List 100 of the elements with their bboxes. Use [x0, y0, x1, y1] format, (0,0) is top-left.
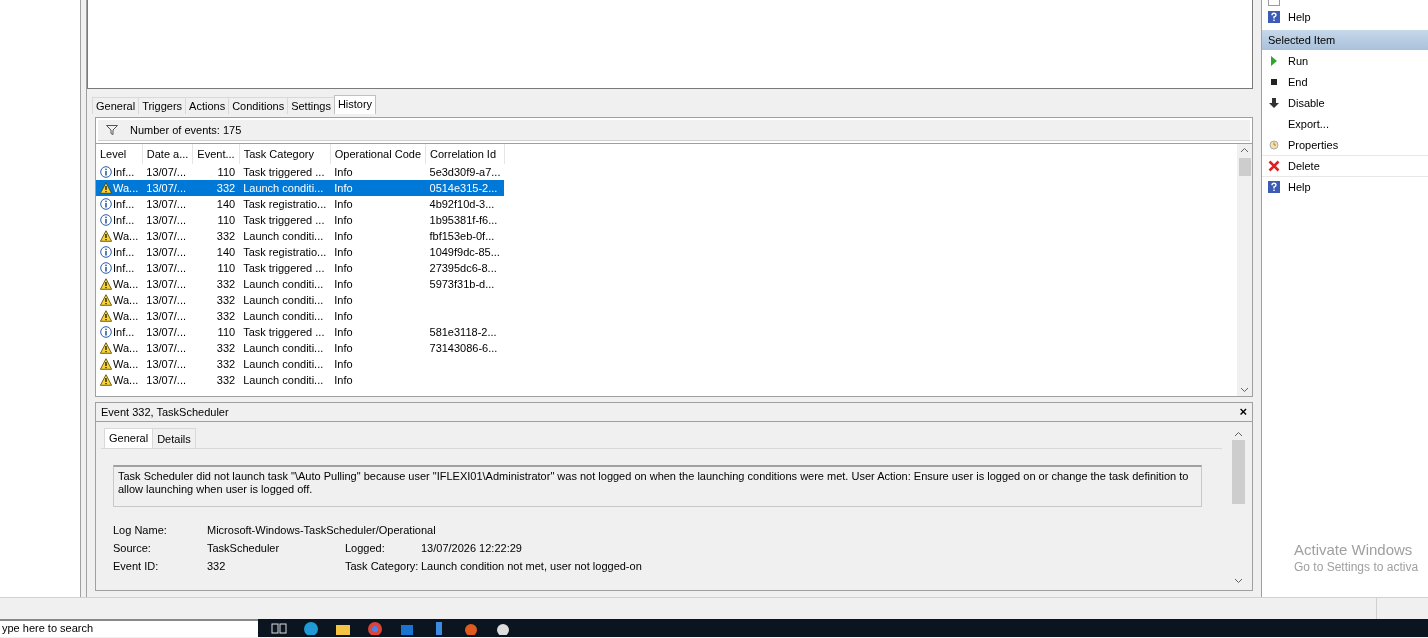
table-cell-text: Info	[333, 229, 354, 244]
tab[interactable]: Settings	[287, 97, 335, 114]
table-cell-text: 13/07/...	[145, 213, 188, 228]
table-cell-text: 332	[215, 229, 237, 244]
table-cell: Wa...	[96, 372, 143, 388]
field-label: Task Category:	[345, 560, 420, 572]
table-cell-text: 1049f9dc-85...	[428, 245, 501, 260]
table-cell-text: 332	[215, 309, 237, 324]
table-cell: Info	[330, 164, 426, 180]
table-cell-text: 140	[215, 245, 237, 260]
table-cell-text: 332	[215, 373, 237, 388]
table-cell-text: 13/07/...	[145, 245, 188, 260]
action-item[interactable]: Help	[1262, 176, 1428, 197]
table-cell: 0514e315-2...	[425, 180, 505, 196]
warning-icon	[100, 310, 112, 322]
table-cell-text: 73143086-6...	[428, 341, 499, 356]
table-cell-text: Launch conditi...	[242, 229, 325, 244]
search-field[interactable]: ype here to search	[0, 619, 258, 637]
table-cell: Wa...	[96, 276, 143, 292]
table-cell: Inf...	[96, 260, 143, 276]
action-item[interactable]: Properties	[1262, 134, 1428, 155]
action-item[interactable]: End	[1262, 71, 1428, 92]
activation-subtitle: Go to Settings to activa	[1294, 560, 1419, 574]
table-cell-text: 332	[215, 277, 237, 292]
table-cell-text: Info	[333, 357, 354, 372]
tab[interactable]: Details	[152, 428, 196, 448]
table-cell: 5e3d30f9-a7...	[425, 164, 505, 180]
table-cell-text: Task registratio...	[242, 245, 328, 260]
info-icon	[100, 198, 112, 210]
column-header[interactable]: Event...	[192, 144, 240, 164]
field-label: Event ID:	[113, 560, 160, 572]
tab[interactable]: General	[104, 428, 154, 448]
panel-title: Event 332, TaskScheduler	[101, 406, 229, 418]
delete-icon	[1268, 160, 1280, 172]
table-cell: Wa...	[96, 340, 143, 356]
field-value: 332	[207, 560, 227, 572]
warning-icon	[100, 374, 112, 386]
table-cell-text: Task triggered ...	[242, 261, 326, 276]
field-value: Launch condition not met, user not logged-on	[421, 560, 642, 572]
action-item[interactable]: Disable	[1262, 92, 1428, 113]
table-cell-text: 110	[216, 213, 237, 228]
table-cell-text: 13/07/...	[145, 277, 188, 292]
table-cell-text: Info	[333, 309, 354, 324]
table-cell-text: 13/07/...	[145, 309, 188, 324]
table-cell: Wa...	[96, 180, 143, 196]
down-arrow-icon	[1268, 96, 1280, 109]
column-header[interactable]: Operational Code	[330, 144, 426, 164]
table-cell-text: Info	[333, 213, 354, 228]
scroll-thumb[interactable]	[1232, 440, 1245, 504]
table-cell: Wa...	[96, 292, 143, 308]
browser-icon[interactable]	[366, 621, 384, 635]
table-cell-text: 110	[216, 261, 237, 276]
task-view-icon[interactable]	[270, 621, 288, 635]
table-cell-text: 13/07/...	[145, 357, 188, 372]
table-cell-text: 13/07/...	[145, 293, 188, 308]
event-count: Number of events: 175	[130, 124, 242, 136]
section-header: Selected Item	[1262, 30, 1428, 50]
help-icon	[1268, 10, 1280, 23]
table-cell-text: Launch conditi...	[242, 309, 325, 324]
filter-icon[interactable]	[106, 125, 118, 135]
column-header[interactable]: Level	[96, 144, 143, 164]
scrollbar[interactable]	[1237, 144, 1252, 396]
table-cell-text: fbf153eb-0f...	[428, 229, 496, 244]
tab[interactable]: General	[92, 97, 140, 114]
table-cell: 140	[192, 196, 240, 212]
table-cell-text: Info	[333, 373, 354, 388]
field-label: Source:	[113, 542, 152, 554]
table-cell-text: Launch conditi...	[242, 341, 325, 356]
action-item[interactable]: Export...	[1262, 113, 1428, 134]
action-item[interactable]: Delete	[1262, 155, 1428, 176]
table-cell-text: Task triggered ...	[242, 213, 326, 228]
table-cell-text: Launch conditi...	[242, 277, 325, 292]
warning-icon	[100, 358, 112, 370]
scroll-thumb[interactable]	[1238, 158, 1251, 176]
browser-icon[interactable]	[302, 621, 320, 635]
table-cell-text: 110	[216, 325, 237, 340]
activation-title: Activate Windows	[1294, 541, 1414, 558]
table-cell: 110	[192, 164, 240, 180]
table-cell: Inf...	[96, 212, 143, 228]
close-button[interactable]: ×	[1239, 406, 1247, 418]
table-cell: Wa...	[96, 356, 143, 372]
table-cell-text: Info	[333, 341, 354, 356]
field-value: Microsoft-Windows-TaskScheduler/Operational	[207, 524, 436, 536]
table-cell: Launch conditi...	[239, 180, 331, 196]
table-cell-text: 13/07/...	[145, 229, 188, 244]
column-header[interactable]: Date a...	[142, 144, 193, 164]
action-item[interactable]: Run	[1262, 50, 1428, 71]
table-cell-text: 1b95381f-f6...	[428, 213, 499, 228]
column-header[interactable]: Task Category	[239, 144, 331, 164]
column-header[interactable]: Correlation Id	[425, 144, 505, 164]
action-item[interactable]: Help	[1262, 6, 1428, 27]
table-cell-text: 13/07/...	[145, 341, 188, 356]
table-cell: Task triggered ...	[239, 164, 331, 180]
table-cell-text: 332	[215, 293, 237, 308]
info-icon	[100, 246, 112, 258]
tab[interactable]: History	[333, 95, 377, 114]
field-value: 13/07/2026 12:22:29	[421, 542, 522, 554]
info-icon	[100, 326, 112, 338]
table-cell: 332	[192, 180, 240, 196]
tab[interactable]: Triggers	[138, 97, 187, 114]
